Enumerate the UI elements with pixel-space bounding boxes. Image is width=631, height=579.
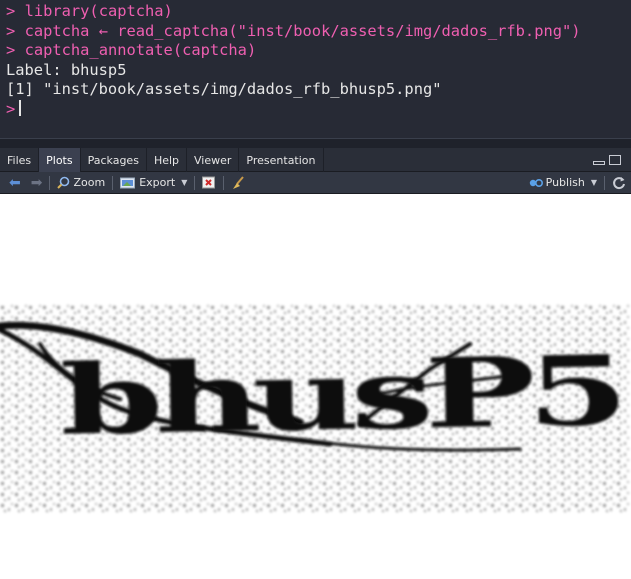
tab-help[interactable]: Help [147, 148, 188, 172]
captcha-text: bhusP5 [59, 334, 621, 457]
console-command: captcha ← read_captcha("inst/book/assets… [24, 21, 581, 40]
console-line: > captcha ← read_captcha("inst/book/asse… [6, 22, 631, 42]
console-prompt: > [6, 21, 16, 40]
pane-tabbar: Files Plots Packages Help Viewer Present… [0, 148, 631, 172]
publish-icon [529, 178, 543, 187]
plot-viewer[interactable]: bhusP5 [0, 194, 631, 579]
pane-controls [593, 148, 631, 171]
zoom-label: Zoom [73, 176, 106, 189]
chevron-down-icon: ▼ [590, 178, 597, 187]
toolbar-divider [604, 175, 605, 190]
console-line: > captcha_annotate(captcha) [6, 41, 631, 61]
console-input-line[interactable]: > [6, 99, 631, 120]
minimize-icon[interactable] [593, 160, 605, 165]
tab-label: Files [7, 153, 32, 167]
remove-plot-icon [202, 176, 216, 189]
tab-label: Help [153, 153, 180, 167]
publish-label: Publish [545, 176, 585, 189]
tab-label: Packages [87, 153, 139, 167]
arrow-left-icon[interactable]: ⬅ [4, 173, 26, 193]
tab-label: Plots [46, 153, 73, 167]
tab-files[interactable]: Files [0, 148, 40, 172]
toolbar-right: Publish ▼ [524, 173, 631, 193]
broom-icon [233, 175, 245, 189]
chevron-down-icon: ▼ [181, 178, 188, 187]
text-cursor [19, 99, 22, 116]
refresh-button[interactable] [607, 173, 631, 193]
tab-packages[interactable]: Packages [81, 148, 147, 172]
refresh-icon [613, 176, 625, 189]
captcha-image: bhusP5 [0, 304, 631, 514]
maximize-icon[interactable] [609, 154, 621, 165]
pane-splitter[interactable] [0, 138, 631, 148]
console-output: [1] "inst/book/assets/img/dados_rfb_bhus… [6, 80, 442, 99]
console-command: library(captcha) [24, 2, 173, 20]
export-image-icon [120, 177, 136, 189]
arrow-right-icon[interactable]: ➡ [26, 173, 48, 193]
magnifier-icon [57, 176, 70, 189]
export-label: Export [139, 176, 176, 189]
zoom-button[interactable]: Zoom [52, 173, 110, 193]
tab-viewer[interactable]: Viewer [187, 148, 240, 172]
console-prompt: > [6, 41, 16, 60]
console-prompt: > [6, 2, 16, 20]
clear-plots-button[interactable] [226, 173, 250, 193]
tab-label: Viewer [194, 153, 232, 167]
plots-toolbar: ⬅ ➡ Zoom Export ▼ Publish ▼ [0, 172, 631, 194]
remove-plot-button[interactable] [197, 173, 221, 193]
console-panel[interactable]: > library(captcha) > captcha ← read_capt… [0, 0, 631, 138]
tab-label: Presentation [246, 153, 316, 167]
tab-presentation[interactable]: Presentation [239, 148, 324, 172]
console-prompt: > [6, 99, 16, 118]
console-line: > library(captcha) [6, 2, 631, 22]
toolbar-divider [194, 175, 196, 190]
publish-button[interactable]: Publish ▼ [524, 173, 602, 193]
console-output: Label: bhusp5 [6, 60, 127, 79]
toolbar-divider [112, 175, 114, 190]
export-button[interactable]: Export ▼ [115, 173, 192, 193]
tab-plots[interactable]: Plots [39, 148, 81, 172]
toolbar-divider [49, 175, 51, 190]
toolbar-divider [223, 175, 225, 190]
console-command: captcha_annotate(captcha) [24, 41, 257, 60]
